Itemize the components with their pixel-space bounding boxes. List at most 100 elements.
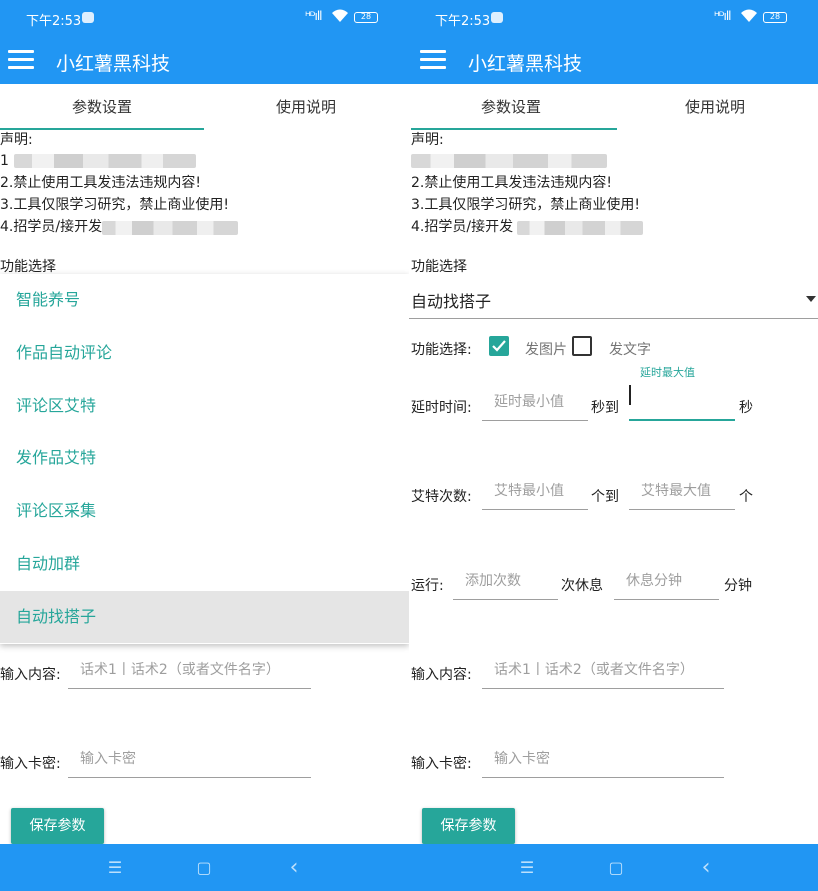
signal-icon: ᴴᴰıll — [714, 9, 731, 23]
app-bar: 小红薯黑科技 — [409, 36, 818, 84]
dropdown-option[interactable]: 智能养号 — [0, 274, 409, 326]
nav-bar: ☰ ▢ ‹ — [409, 844, 818, 891]
dropdown-option[interactable]: 评论区采集 — [0, 485, 409, 537]
declaration-heading: 声明: — [411, 132, 444, 148]
app-notification-icon — [491, 12, 503, 23]
at-unit: 个 — [739, 489, 753, 505]
menu-nav-icon[interactable]: ☰ — [507, 844, 547, 891]
options-label: 功能选择: — [411, 342, 472, 358]
at-to-label: 个到 — [591, 489, 619, 505]
app-title: 小红薯黑科技 — [468, 53, 583, 75]
function-spinner[interactable]: 自动找搭子 — [409, 279, 818, 319]
status-time: 下午2:53 — [26, 14, 82, 29]
rest-minutes-input[interactable]: 休息分钟 — [614, 560, 719, 600]
declaration-heading: 声明: — [0, 132, 33, 148]
redacted-text — [517, 221, 643, 235]
at-count-label: 艾特次数: — [411, 489, 472, 505]
redacted-text — [102, 221, 238, 235]
image-option-label: 发图片 — [525, 342, 567, 358]
tab-indicator — [0, 128, 204, 130]
back-nav-icon[interactable]: ‹ — [686, 844, 726, 891]
content-input[interactable]: 话术1丨话术2（或者文件名字） — [482, 649, 724, 689]
function-dropdown-list: 智能养号 作品自动评论 评论区艾特 发作品艾特 评论区采集 自动加群 自动找搭子 — [0, 274, 409, 644]
card-placeholder: 输入卡密 — [80, 751, 136, 767]
tab-bar: 参数设置 使用说明 — [0, 84, 409, 130]
check-icon — [492, 340, 506, 352]
redacted-text — [411, 154, 607, 168]
battery-icon: 28 — [354, 12, 378, 23]
delay-min-input[interactable]: 延时最小值 — [482, 381, 588, 421]
dropdown-option[interactable]: 自动加群 — [0, 538, 409, 590]
text-caret — [629, 385, 631, 405]
run-label: 运行: — [411, 578, 444, 594]
dropdown-option[interactable]: 作品自动评论 — [0, 327, 409, 379]
wifi-icon — [740, 9, 758, 27]
card-label: 输入卡密: — [0, 756, 61, 772]
back-nav-icon[interactable]: ‹ — [274, 844, 314, 891]
status-bar: 下午2:53 ᴴᴰıll 28 — [0, 0, 409, 36]
card-input[interactable]: 输入卡密 — [68, 738, 311, 778]
phone-left: 下午2:53 ᴴᴰıll 28 小红薯黑科技 参数设置 使用说明 声明: 1 2… — [0, 0, 409, 891]
menu-nav-icon[interactable]: ☰ — [95, 844, 135, 891]
rest-label: 次休息 — [561, 578, 603, 594]
tab-instructions[interactable]: 使用说明 — [613, 84, 817, 130]
delay-max-input[interactable] — [629, 381, 735, 421]
signal-icon: ᴴᴰıll — [305, 9, 322, 23]
tab-instructions[interactable]: 使用说明 — [204, 84, 408, 130]
declaration-line3: 3.工具仅限学习研究，禁止商业使用! — [411, 197, 640, 213]
function-select-label: 功能选择 — [411, 259, 467, 275]
dropdown-option[interactable]: 发作品艾特 — [0, 432, 409, 484]
save-button[interactable]: 保存参数 — [422, 808, 515, 844]
redacted-text — [14, 154, 196, 168]
content-placeholder: 话术1丨话术2（或者文件名字） — [80, 662, 280, 678]
content-placeholder: 话术1丨话术2（或者文件名字） — [494, 662, 694, 678]
nav-bar: ☰ ▢ ‹ — [0, 844, 409, 891]
home-nav-icon[interactable]: ▢ — [184, 844, 224, 891]
menu-icon[interactable] — [420, 48, 446, 72]
dropdown-option[interactable]: 评论区艾特 — [0, 380, 409, 432]
status-time: 下午2:53 — [435, 14, 491, 29]
content-input[interactable]: 话术1丨话术2（或者文件名字） — [68, 649, 311, 689]
home-nav-icon[interactable]: ▢ — [596, 844, 636, 891]
menu-icon[interactable] — [8, 48, 34, 72]
content-label: 输入内容: — [411, 667, 472, 683]
function-spinner-value: 自动找搭子 — [411, 292, 492, 311]
declaration-line2: 2.禁止使用工具发违法违规内容! — [0, 175, 201, 191]
card-placeholder: 输入卡密 — [494, 751, 550, 767]
app-title: 小红薯黑科技 — [56, 53, 171, 75]
delay-max-floating-label: 延时最大值 — [640, 366, 695, 379]
declaration-line4: 4.招学员/接开发 — [411, 219, 514, 235]
at-min-placeholder: 艾特最小值 — [494, 483, 564, 499]
delay-unit: 秒 — [739, 400, 753, 416]
battery-icon: 28 — [763, 12, 787, 23]
image-checkbox[interactable] — [489, 336, 509, 356]
delay-min-placeholder: 延时最小值 — [494, 394, 564, 410]
minutes-unit: 分钟 — [724, 578, 752, 594]
at-max-input[interactable]: 艾特最大值 — [629, 470, 735, 510]
function-select-label: 功能选择 — [0, 259, 56, 275]
at-min-input[interactable]: 艾特最小值 — [482, 470, 588, 510]
tab-settings[interactable]: 参数设置 — [409, 84, 613, 130]
wifi-icon — [331, 9, 349, 27]
content-label: 输入内容: — [0, 667, 61, 683]
delay-label: 延时时间: — [411, 400, 472, 416]
save-button[interactable]: 保存参数 — [11, 808, 104, 844]
declaration-line4: 4.招学员/接开发 — [0, 219, 103, 235]
text-checkbox[interactable] — [572, 336, 592, 356]
delay-to-label: 秒到 — [591, 400, 619, 416]
dropdown-arrow-icon — [806, 296, 816, 302]
tab-settings[interactable]: 参数设置 — [0, 84, 204, 130]
card-input[interactable]: 输入卡密 — [482, 738, 724, 778]
run-count-input[interactable]: 添加次数 — [453, 560, 558, 600]
status-bar: 下午2:53 ᴴᴰıll 28 — [409, 0, 818, 36]
declaration-line2: 2.禁止使用工具发违法违规内容! — [411, 175, 612, 191]
tab-indicator — [411, 128, 617, 130]
declaration-line3: 3.工具仅限学习研究，禁止商业使用! — [0, 197, 229, 213]
dropdown-option-selected[interactable]: 自动找搭子 — [0, 591, 409, 643]
app-notification-icon — [82, 12, 94, 23]
card-label: 输入卡密: — [411, 756, 472, 772]
at-max-placeholder: 艾特最大值 — [641, 483, 711, 499]
run-count-placeholder: 添加次数 — [465, 573, 521, 589]
phone-right: 下午2:53 ᴴᴰıll 28 小红薯黑科技 参数设置 使用说明 声明: 2.禁… — [409, 0, 818, 891]
declaration-line1: 1 — [0, 153, 9, 169]
